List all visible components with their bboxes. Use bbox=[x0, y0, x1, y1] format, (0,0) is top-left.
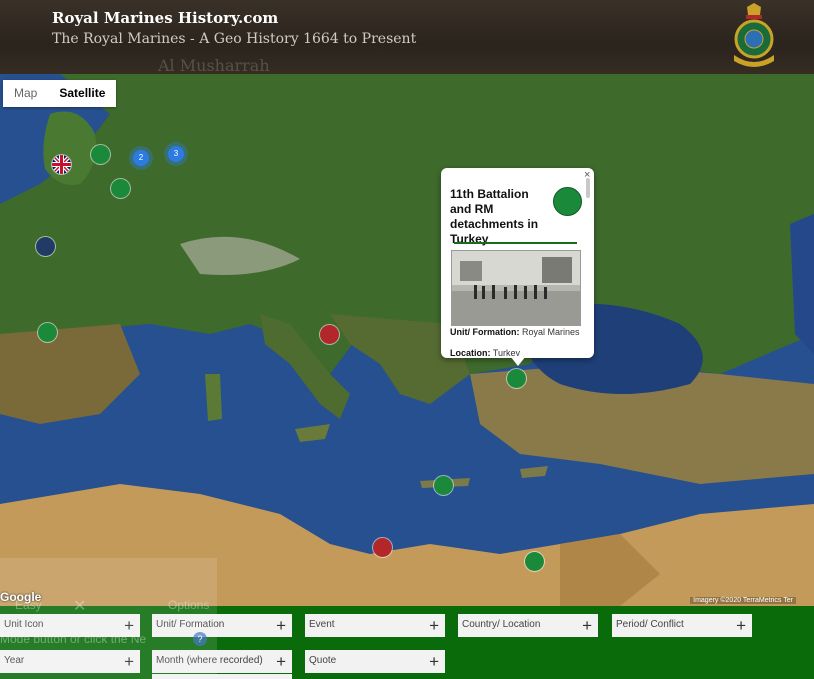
field-value: Royal Marines bbox=[522, 327, 580, 337]
map-type-satellite-button[interactable]: Satellite bbox=[48, 80, 116, 107]
unit-marker[interactable] bbox=[507, 369, 526, 388]
popup-field-unit: Unit/ Formation: Royal Marines bbox=[450, 327, 580, 337]
unit-badge-icon bbox=[553, 187, 582, 216]
event-marker[interactable] bbox=[373, 538, 392, 557]
satellite-imagery bbox=[0, 74, 814, 606]
unit-marker[interactable] bbox=[38, 323, 57, 342]
map-canvas[interactable] bbox=[0, 74, 814, 606]
marker-cluster[interactable]: 2 bbox=[133, 150, 149, 166]
map-place-label: Al Musharrah bbox=[158, 56, 270, 75]
site-header: Royal Marines History.com The Royal Mari… bbox=[0, 0, 814, 75]
field-label: Location: bbox=[450, 348, 491, 358]
overlay-hint: Mode button or click the Ne bbox=[0, 632, 147, 646]
popup-scrollbar[interactable] bbox=[586, 178, 590, 198]
help-icon[interactable]: ? bbox=[193, 632, 207, 646]
filter-country-location[interactable]: Country/ Location + bbox=[458, 614, 598, 637]
filter-label: Quote bbox=[309, 655, 337, 666]
historic-photo[interactable] bbox=[451, 250, 581, 326]
marker-cluster[interactable]: 3 bbox=[168, 146, 184, 162]
uk-flag-marker[interactable] bbox=[52, 155, 71, 174]
field-label: Unit/ Formation: bbox=[450, 327, 520, 337]
filter-input-edge bbox=[152, 674, 292, 679]
popup-title: 11th Battalion and RM detachments in Tur… bbox=[450, 187, 539, 246]
filter-period-conflict[interactable]: Period/ Conflict + bbox=[612, 614, 752, 637]
map-type-map-button[interactable]: Map bbox=[3, 80, 48, 107]
event-marker[interactable] bbox=[320, 325, 339, 344]
unit-marker[interactable] bbox=[91, 145, 110, 164]
plus-icon[interactable]: + bbox=[276, 614, 286, 637]
unit-marker[interactable] bbox=[434, 476, 453, 495]
map-type-control: Map Satellite bbox=[3, 80, 117, 107]
plus-icon[interactable]: + bbox=[429, 650, 439, 673]
site-subtitle: The Royal Marines - A Geo History 1664 t… bbox=[52, 31, 417, 47]
attribution-extra: Ter bbox=[783, 597, 793, 604]
info-window-tail bbox=[510, 356, 526, 366]
filter-quote[interactable]: Quote + bbox=[305, 650, 445, 673]
filter-label: Period/ Conflict bbox=[616, 619, 684, 630]
easy-mode-label: Easy bbox=[15, 598, 42, 612]
filter-label: Event bbox=[309, 619, 335, 630]
naval-marker[interactable] bbox=[36, 237, 55, 256]
faded-overlay bbox=[0, 558, 217, 679]
filter-label: Country/ Location bbox=[462, 619, 541, 630]
plus-icon[interactable]: + bbox=[582, 614, 592, 637]
info-window: × 11th Battalion and RM detachments in T… bbox=[441, 168, 594, 358]
filter-event[interactable]: Event + bbox=[305, 614, 445, 637]
popup-divider bbox=[454, 242, 577, 244]
options-label: Options bbox=[168, 598, 210, 612]
site-title[interactable]: Royal Marines History.com bbox=[52, 9, 278, 27]
plus-icon[interactable]: + bbox=[429, 614, 439, 637]
plus-icon[interactable]: + bbox=[736, 614, 746, 637]
plus-icon[interactable]: + bbox=[276, 650, 286, 673]
union-flag-icon bbox=[52, 155, 71, 174]
close-icon[interactable]: ✕ bbox=[73, 596, 86, 616]
unit-marker[interactable] bbox=[525, 552, 544, 571]
map-attribution: Imagery ©2020 TerraMetrics Ter bbox=[690, 597, 796, 604]
royal-marines-crest-icon[interactable] bbox=[729, 3, 779, 71]
unit-marker[interactable] bbox=[111, 179, 130, 198]
attribution-text: Imagery ©2020 TerraMetrics bbox=[693, 597, 782, 604]
